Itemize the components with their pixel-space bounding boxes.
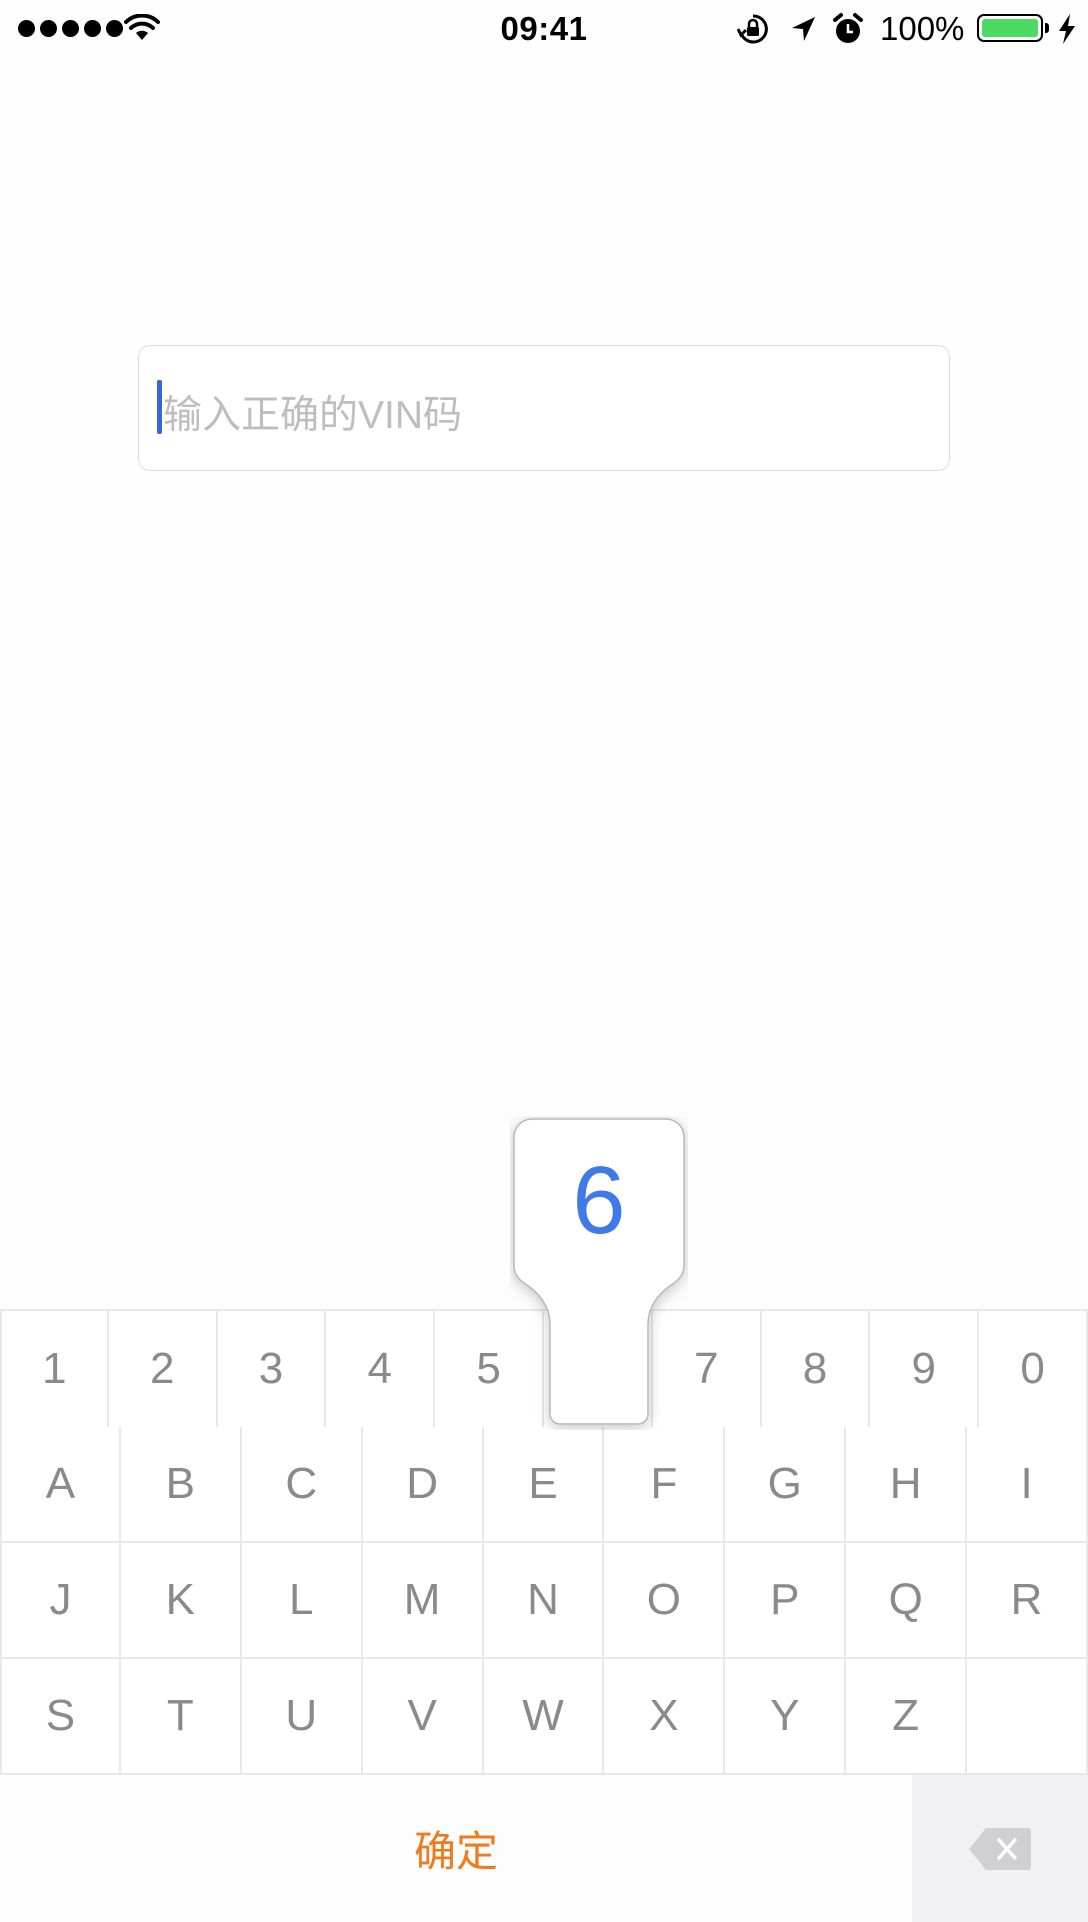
key-d[interactable]: D [362,1427,484,1543]
backspace-icon [969,1827,1031,1870]
location-arrow-icon [792,17,815,41]
key-i[interactable]: I [967,1427,1088,1543]
confirm-button[interactable]: 确定 [0,1775,912,1922]
key-l[interactable]: L [241,1543,363,1659]
key-s[interactable]: S [0,1659,121,1775]
keyboard-row-4: S T U V W X Y Z [0,1659,1088,1775]
battery-icon [977,14,1043,42]
key-8[interactable]: 8 [761,1311,871,1429]
key-k[interactable]: K [120,1543,242,1659]
vin-input-placeholder: 输入正确的VIN码 [163,394,463,437]
key-x[interactable]: X [604,1659,726,1775]
key-n[interactable]: N [483,1543,605,1659]
rotation-lock-icon [737,14,768,44]
key-3[interactable]: 3 [217,1311,327,1429]
battery-cap [1045,23,1049,33]
key-9[interactable]: 9 [870,1311,980,1429]
key-0[interactable]: 0 [979,1311,1088,1429]
key-empty [967,1659,1088,1775]
key-a[interactable]: A [0,1427,121,1543]
charging-bolt-icon [1059,14,1075,44]
key-z[interactable]: Z [846,1659,968,1775]
key-g[interactable]: G [725,1427,847,1543]
keyboard-row-3: J K L M N O P Q R [0,1543,1088,1659]
key-1[interactable]: 1 [0,1311,109,1429]
key-r[interactable]: R [967,1543,1088,1659]
vin-input[interactable]: 输入正确的VIN码 [138,345,950,471]
status-bar: 09:41 100% [0,0,1088,58]
key-p[interactable]: P [725,1543,847,1659]
key-o[interactable]: O [604,1543,726,1659]
key-b[interactable]: B [120,1427,242,1543]
key-t[interactable]: T [120,1659,242,1775]
key-c[interactable]: C [241,1427,363,1543]
key-q[interactable]: Q [846,1543,968,1659]
key-popup-label: 6 [572,1147,626,1254]
key-u[interactable]: U [241,1659,363,1775]
key-j[interactable]: J [0,1543,121,1659]
key-m[interactable]: M [362,1543,484,1659]
delete-button[interactable] [912,1775,1088,1922]
keyboard-row-2: A B C D E F G H I [0,1427,1088,1543]
key-2[interactable]: 2 [108,1311,218,1429]
key-h[interactable]: H [846,1427,968,1543]
key-f[interactable]: F [604,1427,726,1543]
text-cursor [157,380,162,434]
key-y[interactable]: Y [725,1659,847,1775]
key-4[interactable]: 4 [326,1311,436,1429]
keyboard-bottom-bar: 确定 [0,1775,1088,1922]
alarm-icon [833,13,863,43]
key-e[interactable]: E [483,1427,605,1543]
key-w[interactable]: W [483,1659,605,1775]
key-v[interactable]: V [362,1659,484,1775]
battery-percent: 100% [880,10,965,47]
